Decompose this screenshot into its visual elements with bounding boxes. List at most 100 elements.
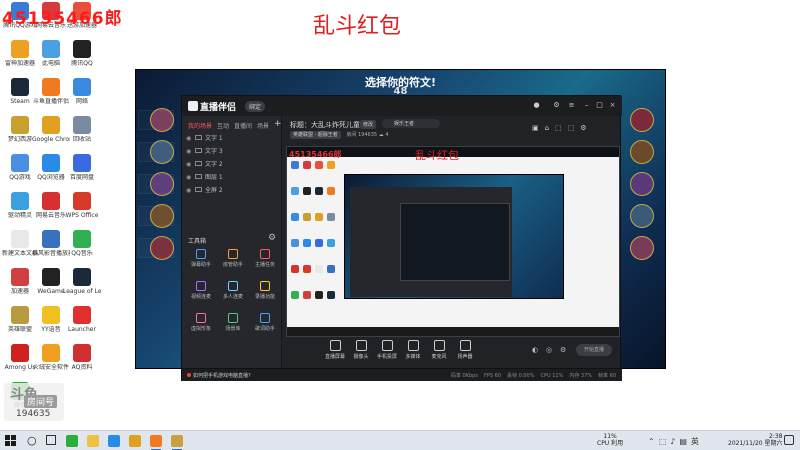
tab-room[interactable]: 直播间 <box>234 123 252 130</box>
desktop-icon[interactable]: 腾讯QQ <box>63 40 101 80</box>
preview-stream-id: 45135466郎 <box>289 150 342 159</box>
preview-icon <box>303 265 311 273</box>
avatar-icon[interactable]: ● <box>532 101 541 110</box>
maximize-icon[interactable]: □ <box>595 101 604 110</box>
start-live-button[interactable]: 开始直播 <box>576 344 612 356</box>
visibility-eye-icon[interactable]: ◉ <box>186 135 193 142</box>
taskbar-league-icon[interactable] <box>171 435 183 450</box>
taskbar-douyu-icon[interactable] <box>150 435 162 450</box>
preview-nested-window <box>400 203 510 281</box>
douyu-watermark: 斗鱼 房间号 194635 <box>4 383 64 421</box>
sub-category[interactable]: 英雄联盟 · 超融王者 <box>290 131 341 139</box>
tool-button[interactable]: 歌词助手 <box>250 313 280 339</box>
preview-icon <box>327 187 335 195</box>
tab-scenes[interactable]: 场景 <box>257 123 269 130</box>
app-badge[interactable]: 绑定 <box>245 101 266 112</box>
tools-settings-icon[interactable]: ⚙ <box>268 233 276 243</box>
viewer-count: 4 <box>385 132 389 138</box>
desktop-icon[interactable]: 网络 <box>63 78 101 118</box>
tool-button[interactable]: 录播功能 <box>250 281 280 307</box>
settings-icon[interactable]: ⚙ <box>552 101 561 110</box>
scene-label: 文字 1 <box>205 135 223 142</box>
notification-icon[interactable] <box>784 435 794 445</box>
taskbar-qq-icon[interactable] <box>108 435 120 447</box>
category-select[interactable]: 娱乐王者 <box>382 119 440 128</box>
tool-label: 弹幕助手 <box>190 262 211 268</box>
status-metric: FPS 60 <box>483 373 501 379</box>
status-tip[interactable]: 如何把手机游戏电脑直播? <box>187 372 251 379</box>
preview-icon <box>327 291 335 299</box>
preview-icon <box>303 291 311 299</box>
minimize-icon[interactable]: – <box>582 101 591 110</box>
stream-title-overlay: 乱斗红包 <box>313 14 402 39</box>
app-logo: 直播伴侣 <box>188 100 236 113</box>
visibility-eye-icon[interactable]: ◉ <box>186 187 193 194</box>
tab-my-scenes[interactable]: 我的场景 <box>188 123 212 130</box>
desktop-icon[interactable]: AQ资料 <box>63 344 101 384</box>
add-scene-icon[interactable]: + <box>274 119 282 129</box>
tools-label: 工具箱 <box>188 238 207 245</box>
camera-small-icon[interactable]: ◎ <box>546 346 552 354</box>
edit-title-button[interactable]: 修改 <box>360 120 377 129</box>
system-tray[interactable]: ⌃⬚♪▤英 <box>648 436 703 447</box>
tab-interact[interactable]: 互动 <box>217 123 229 130</box>
desktop-icon[interactable]: 百度网盘 <box>63 154 101 194</box>
tool-button[interactable]: 主播任务 <box>250 249 280 275</box>
app-icon <box>73 78 91 96</box>
preview-icon <box>291 239 299 247</box>
stream-preview[interactable]: 45135466郎 乱斗红包 <box>286 146 620 337</box>
desktop-icon[interactable]: League of Legends <box>63 268 101 308</box>
preview-title: 乱斗红包 <box>415 149 459 162</box>
stream-id-overlay: 45135466郎 <box>2 9 123 29</box>
desktop-icon[interactable]: Launcher <box>63 306 101 346</box>
streaming-app-window[interactable]: 直播伴侣 绑定 ● ⚙ ≡ – □ × 我的场景 互动 直播间 场景 + ◉ 文字 1 ◉… <box>181 95 622 381</box>
status-metric: 丢帧 0.00% <box>506 373 535 379</box>
taskbar-chrome-icon[interactable] <box>129 435 141 447</box>
tool-button[interactable]: 多人连麦 <box>218 281 248 307</box>
visibility-eye-icon[interactable]: ◉ <box>186 148 193 155</box>
app-icon <box>11 230 29 248</box>
windows-start-icon[interactable] <box>5 435 16 446</box>
tool-button[interactable]: 视频连麦 <box>186 281 216 307</box>
search-icon[interactable]: ○ <box>27 434 37 447</box>
settings-small-icon[interactable]: ⚙ <box>560 346 566 354</box>
app-icon <box>42 268 60 286</box>
desktop-icon[interactable]: WPS Office <box>63 192 101 232</box>
scene-type-icon <box>195 135 202 140</box>
visibility-eye-icon[interactable]: ◉ <box>186 161 193 168</box>
scene-item[interactable]: ◉ 图层 1 <box>186 172 278 183</box>
scene-item[interactable]: ◉ 文字 3 <box>186 146 278 157</box>
status-metric: 帧率 60 <box>598 373 616 379</box>
scene-item[interactable]: ◉ 文字 2 <box>186 159 278 170</box>
desktop-icon[interactable]: QQ音乐 <box>63 230 101 270</box>
cpu-percent: 11% <box>603 433 617 440</box>
close-icon[interactable]: × <box>608 101 617 110</box>
top-tool-icons[interactable]: ▣⌂⬚⬚⚙ <box>532 124 614 134</box>
app-icon <box>11 154 29 172</box>
source-button[interactable]: 扬声器 <box>450 340 480 360</box>
tool-button[interactable]: 弹幕助手 <box>186 249 216 275</box>
desktop-icon[interactable]: 回收站 <box>63 116 101 156</box>
taskbar-wechat-icon[interactable] <box>66 435 78 447</box>
tool-button[interactable]: 虚拟形象 <box>186 313 216 339</box>
scene-type-icon <box>195 187 202 192</box>
preview-icon <box>315 161 323 169</box>
menu-icon[interactable]: ≡ <box>567 101 576 110</box>
app-icon <box>73 268 91 286</box>
preview-icon <box>303 161 311 169</box>
tool-button[interactable]: 房管助手 <box>218 249 248 275</box>
taskbar-explorer-icon[interactable] <box>87 435 99 447</box>
tool-icon <box>196 313 206 323</box>
tool-button[interactable]: 场景库 <box>218 313 248 339</box>
watermark-room-label: 房间号 <box>24 395 58 408</box>
source-icon <box>433 340 445 351</box>
task-view-icon[interactable] <box>46 435 56 445</box>
visibility-eye-icon[interactable]: ◉ <box>186 174 193 181</box>
scene-item[interactable]: ◉ 全屏 2 <box>186 185 278 196</box>
clock[interactable]: 2:38 2021/11/20 星期六 <box>728 433 783 447</box>
scene-label: 全屏 2 <box>205 187 223 194</box>
app-icon <box>73 344 91 362</box>
scene-item[interactable]: ◉ 文字 1 <box>186 133 278 144</box>
audio-icon[interactable]: ◐ <box>532 346 538 354</box>
stream-title[interactable]: 标题：大乱斗炸死儿童虐 <box>290 120 367 130</box>
